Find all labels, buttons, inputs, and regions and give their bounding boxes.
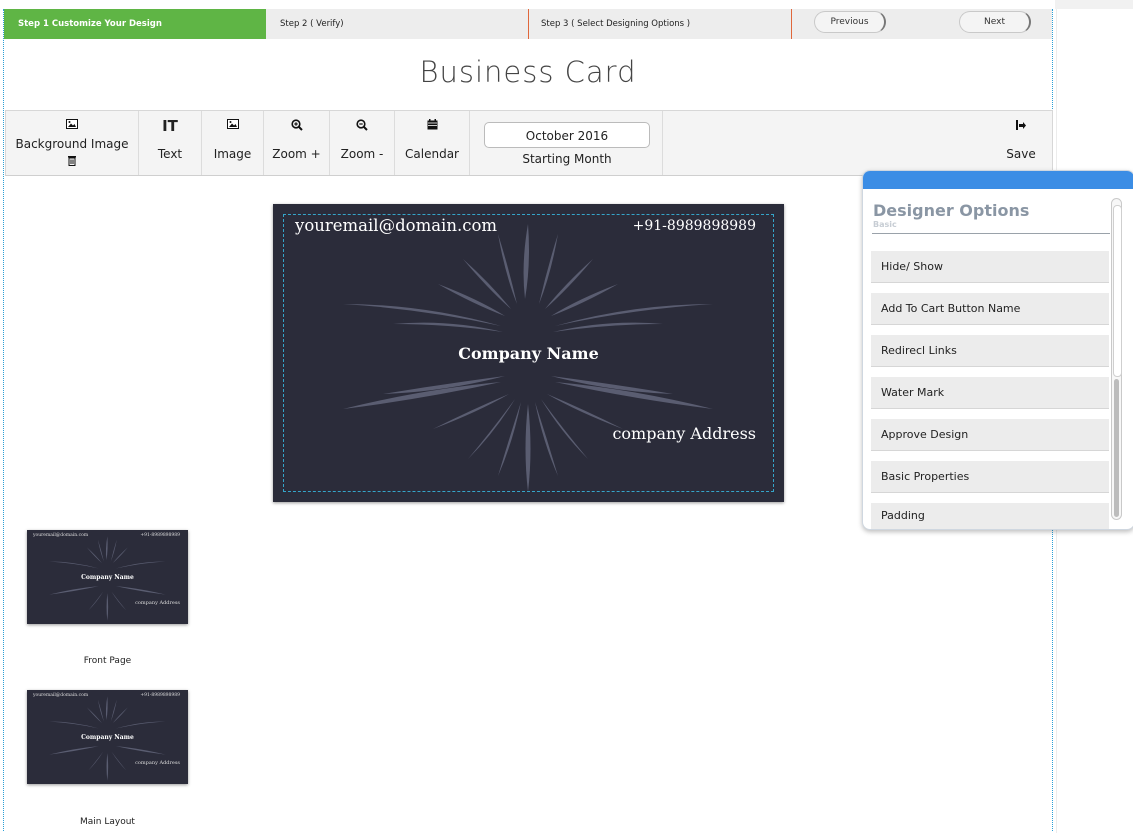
option-water-mark[interactable]: Water Mark — [871, 377, 1109, 409]
zoom-in-label: Zoom + — [272, 147, 321, 161]
zoom-out-button[interactable]: Zoom - — [330, 111, 395, 175]
save-label: Save — [1006, 147, 1036, 161]
thumbnail-label-main-layout: Main Layout — [80, 817, 135, 827]
thumbnail-company: Company Name — [81, 734, 134, 741]
panel-scrollbar-lower — [1114, 379, 1119, 517]
panel-header[interactable] — [863, 171, 1133, 189]
card-phone[interactable]: +91-8989898989 — [633, 218, 756, 234]
step-1[interactable]: Step 1 Customize Your Design — [4, 9, 266, 39]
card-email[interactable]: youremail@domain.com — [295, 216, 497, 235]
option-add-to-cart-button-name[interactable]: Add To Cart Button Name — [871, 293, 1109, 325]
steps-bar: Step 1 Customize Your Design Step 2 ( Ve… — [4, 9, 1052, 39]
zoom-in-button[interactable]: Zoom + — [264, 111, 330, 175]
thumbnail-address: company Address — [135, 600, 180, 606]
background-image-label: Background Image — [15, 137, 129, 151]
zoom-out-label: Zoom - — [340, 147, 384, 161]
thumbnail-phone: +91-8989898989 — [140, 693, 180, 698]
calendar-button[interactable]: Calendar — [395, 111, 470, 175]
zoom-out-icon — [330, 119, 394, 135]
next-button[interactable]: Next — [959, 11, 1031, 33]
option-redirect-links[interactable]: Redirecl Links — [871, 335, 1109, 367]
image-label: Image — [213, 147, 252, 161]
step-2-label: Step 2 ( Verify) — [280, 19, 344, 29]
image-button[interactable]: Image — [202, 111, 264, 175]
starting-month-label: Starting Month — [522, 152, 612, 166]
top-right-strip — [1055, 0, 1133, 9]
option-approve-design[interactable]: Approve Design — [871, 419, 1109, 451]
previous-button[interactable]: Previous — [814, 11, 886, 33]
step-3[interactable]: Step 3 ( Select Designing Options ) — [529, 9, 791, 39]
step-divider — [791, 9, 792, 39]
panel-divider — [872, 233, 1110, 234]
thumbnail-email: youremail@domain.com — [33, 533, 89, 538]
panel-scrollbar[interactable] — [1111, 198, 1122, 520]
toolbar: Background Image IT Text Image Zoom + Zo… — [5, 110, 1053, 176]
text-button[interactable]: IT Text — [139, 111, 202, 175]
option-hide-show[interactable]: Hide/ Show — [871, 251, 1109, 283]
zoom-in-icon — [264, 119, 329, 135]
save-share-icon — [991, 119, 1051, 135]
thumbnail-main-layout[interactable]: youremail@domain.com +91-8989898989 Comp… — [27, 690, 188, 784]
thumbnail-label-front-page: Front Page — [83, 656, 132, 666]
designer-options-panel: Designer Options Basic Hide/ Show Add To… — [862, 170, 1133, 530]
save-button[interactable]: Save — [991, 111, 1051, 175]
trash-icon[interactable] — [6, 155, 138, 169]
background-image-button[interactable]: Background Image — [6, 111, 139, 175]
panel-section-label: Basic — [873, 220, 897, 229]
panel-title: Designer Options — [873, 201, 1030, 220]
thumbnail-address: company Address — [135, 760, 180, 766]
page-title: Business Card — [419, 55, 637, 89]
step-2[interactable]: Step 2 ( Verify) — [266, 9, 528, 39]
step-3-label: Step 3 ( Select Designing Options ) — [541, 19, 691, 29]
calendar-label: Calendar — [405, 147, 459, 161]
panel-scrollbar-thumb[interactable] — [1113, 205, 1122, 377]
option-padding[interactable]: Padding — [871, 503, 1109, 529]
toolbar-divider — [662, 111, 663, 175]
thumbnail-email: youremail@domain.com — [33, 693, 89, 698]
thumbnail-company: Company Name — [81, 574, 134, 581]
text-icon: IT — [162, 117, 178, 135]
thumbnail-phone: +91-8989898989 — [140, 533, 180, 538]
starting-month-field[interactable]: October 2016 — [484, 122, 650, 148]
text-label: Text — [157, 147, 183, 161]
calendar-icon — [395, 119, 469, 134]
image-icon — [202, 119, 263, 133]
option-basic-properties[interactable]: Basic Properties — [871, 461, 1109, 493]
business-card-canvas[interactable]: youremail@domain.com +91-8989898989 Comp… — [273, 204, 784, 502]
thumbnail-front-page[interactable]: youremail@domain.com +91-8989898989 Comp… — [27, 530, 188, 624]
card-company-name[interactable]: Company Name — [273, 344, 784, 363]
step-1-label: Step 1 Customize Your Design — [18, 19, 162, 29]
card-company-address[interactable]: company Address — [612, 424, 756, 443]
image-icon — [6, 119, 138, 133]
